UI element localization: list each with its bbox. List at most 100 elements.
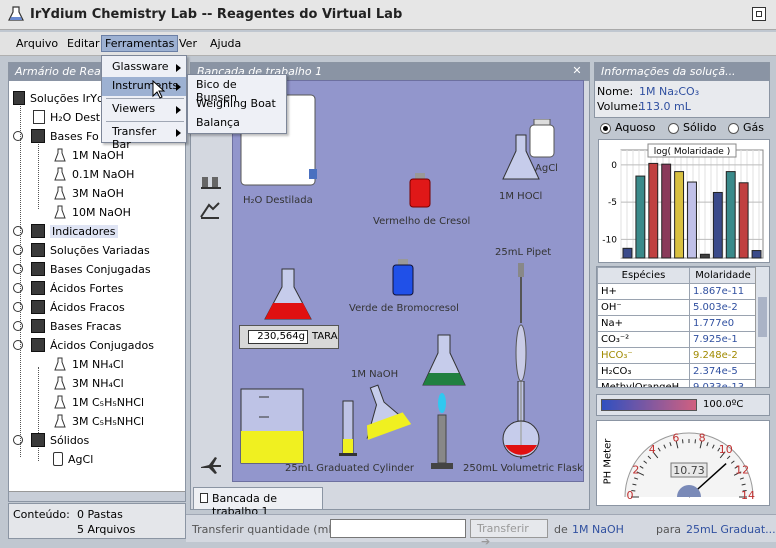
balance-scale[interactable]: 230,564g TARA [239, 325, 339, 349]
table-row[interactable]: MethylOrangeH9.033e-13 [598, 380, 757, 389]
table-row[interactable]: H₂CO₃2.374e-5 [598, 364, 757, 380]
tree-item-indicators[interactable]: Indicadores [13, 222, 118, 240]
folder-icon [31, 338, 45, 352]
tree-item-3m-nh4cl[interactable]: 3M NH₄Cl [53, 374, 124, 392]
folders-count: 0 Pastas [77, 508, 123, 521]
tree-item-1m-pyhcl[interactable]: 1M C₅H₅NHCl [53, 393, 144, 411]
tree-item-10m-naoh[interactable]: 10M NaOH [53, 203, 131, 221]
menu-item-instruments[interactable]: Instruments [102, 77, 186, 96]
expand-toggle-icon[interactable] [13, 435, 23, 445]
workbench-surface[interactable]: H₂O Destilada Vermelho de Cresol 1M HOCl… [232, 80, 584, 482]
menu-item-glassware[interactable]: Glassware [102, 58, 186, 77]
name-value: 1M Na₂CO₃ [639, 85, 699, 98]
bunsen-burner[interactable] [429, 391, 455, 471]
tree-item-0-1m-naoh[interactable]: 0.1M NaOH [53, 165, 134, 183]
species-scrollbar[interactable] [755, 267, 769, 387]
menu-item-transfer-bar[interactable]: Transfer Bar [102, 123, 186, 142]
close-icon[interactable]: ✕ [571, 65, 583, 77]
table-row[interactable]: OH⁻5.003e-2 [598, 300, 757, 316]
expand-toggle-icon[interactable] [13, 321, 23, 331]
menu-ajuda[interactable]: Ajuda [210, 37, 241, 50]
table-row[interactable]: H+1.867e-11 [598, 284, 757, 300]
tree-item-strong-acids[interactable]: Ácidos Fortes [13, 279, 123, 297]
green-flask[interactable] [421, 333, 467, 389]
expand-toggle-icon[interactable] [13, 283, 23, 293]
menu-item-bunsen[interactable]: Bico de Bunsen [188, 76, 286, 95]
tara-button[interactable]: TARA [312, 331, 338, 342]
radio-solido[interactable]: Sólido [668, 121, 717, 134]
flask-icon [53, 395, 67, 409]
species-molarity: 1.867e-11 [690, 284, 757, 300]
agcl-jar[interactable] [529, 119, 555, 159]
yellow-flask[interactable] [353, 381, 413, 441]
transfer-label: Transferir quantidade (mL): [192, 523, 342, 536]
species-molarity: 9.248e-2 [690, 348, 757, 364]
agcl-label: AgCl [535, 163, 558, 174]
maximize-button[interactable] [752, 7, 766, 21]
instrument-tool-icon[interactable] [199, 199, 223, 221]
airplane-icon[interactable] [199, 455, 223, 475]
expand-toggle-icon[interactable] [13, 226, 23, 236]
menu-item-balance[interactable]: Balança [188, 114, 286, 133]
expand-toggle-icon[interactable] [13, 245, 23, 255]
tree-item-conj-bases[interactable]: Bases Conjugadas [13, 260, 151, 278]
green-indicator-bottle[interactable] [391, 259, 415, 297]
radio-gas[interactable]: Gás [728, 121, 764, 134]
tree-item-weak-acids[interactable]: Ácidos Fracos [13, 298, 125, 316]
folder-icon [13, 91, 25, 105]
radio-aquoso[interactable]: Aquoso [600, 121, 655, 134]
tree-item-3m-pyhcl[interactable]: 3M C₅H₅NHCl [53, 412, 144, 430]
pipet-label: 25mL Pipet [495, 247, 551, 258]
tree-item-root[interactable]: Soluções IrYd [13, 89, 104, 107]
folder-icon [31, 129, 45, 143]
tree-item-conj-acids[interactable]: Ácidos Conjugados [13, 336, 154, 354]
content-label: Conteúdo: [13, 508, 70, 521]
tree-item-solids[interactable]: Sólidos [13, 431, 89, 449]
menu-item-weighing-boat[interactable]: Weighing Boat [188, 95, 286, 114]
expand-toggle-icon[interactable] [13, 264, 23, 274]
red-indicator-bottle[interactable] [408, 173, 432, 209]
expand-toggle-icon[interactable] [13, 340, 23, 350]
folder-icon [31, 262, 45, 276]
transfer-button[interactable]: Transferir ➔ [470, 519, 548, 538]
flask-icon [53, 186, 67, 200]
ph-tick-label: 4 [649, 443, 656, 456]
menu-separator [106, 98, 184, 99]
tree-item-water[interactable]: H₂O Desti [33, 108, 103, 126]
menu-ver[interactable]: Ver [179, 37, 197, 50]
radio-icon [600, 123, 611, 134]
menu-editar[interactable]: Editar [67, 37, 100, 50]
bottle-icon [33, 110, 45, 124]
red-flask[interactable] [263, 267, 313, 323]
balance-tool-icon[interactable] [199, 169, 223, 191]
ph-tick-label: 8 [699, 431, 706, 444]
tab-workbench-1[interactable]: Bancada de trabalho 1 [193, 487, 323, 509]
tree-item-strong-bases[interactable]: Bases Fo [13, 127, 99, 145]
tree-item-agcl[interactable]: AgCl [53, 450, 93, 468]
scale-display: 230,564g [248, 330, 308, 344]
tree-item-1m-nh4cl[interactable]: 1M NH₄Cl [53, 355, 124, 373]
volumetric-flask[interactable] [499, 381, 543, 459]
menu-ferramentas[interactable]: Ferramentas [101, 35, 178, 52]
menu-arquivo[interactable]: Arquivo [16, 37, 58, 50]
stockroom-splitter[interactable] [9, 491, 185, 501]
expand-toggle-icon[interactable] [13, 302, 23, 312]
graduated-cylinder[interactable] [239, 387, 309, 465]
tree-item-3m-naoh[interactable]: 3M NaOH [53, 184, 124, 202]
ph-tick-label: 2 [632, 463, 639, 476]
table-row[interactable]: HCO₃⁻9.248e-2 [598, 348, 757, 364]
species-table-panel: Espécies Molaridade H+1.867e-11OH⁻5.003e… [596, 266, 770, 388]
tree-item-weak-bases[interactable]: Bases Fracas [13, 317, 121, 335]
small-cylinder[interactable] [339, 399, 357, 457]
jar-icon [53, 452, 63, 466]
scrollbar-thumb[interactable] [758, 297, 767, 337]
bar [636, 176, 645, 258]
transfer-amount-input[interactable] [330, 519, 466, 538]
ph-tick-label: 10 [719, 443, 733, 456]
expand-toggle-icon[interactable] [13, 131, 23, 141]
table-row[interactable]: CO₃⁻²7.925e-1 [598, 332, 757, 348]
table-row[interactable]: Na+1.777e0 [598, 316, 757, 332]
tree-item-misc[interactable]: Soluções Variadas [13, 241, 150, 259]
menu-item-viewers[interactable]: Viewers [102, 100, 186, 119]
to-label: para [656, 523, 681, 536]
